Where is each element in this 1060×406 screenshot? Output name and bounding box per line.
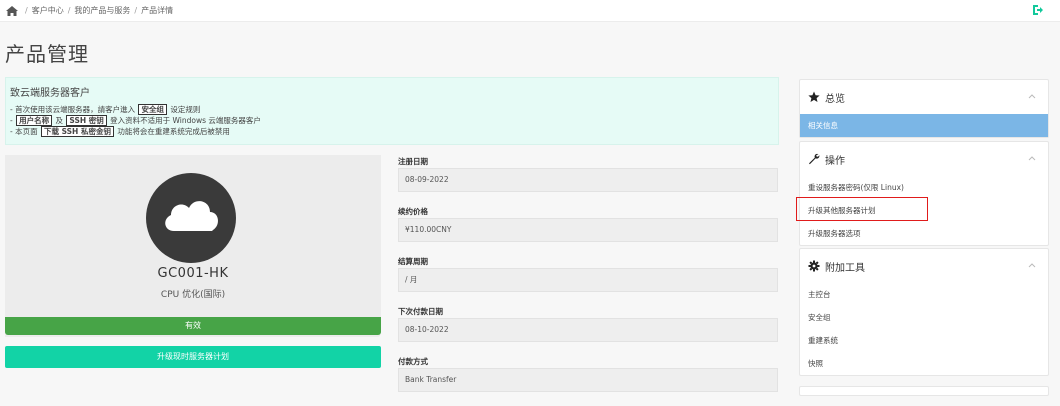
upgrade-current-plan-button[interactable]: 升级现时服务器计划 (5, 346, 381, 368)
chevron-up-icon[interactable] (1028, 262, 1036, 268)
overview-panel-title: 总览 (825, 93, 845, 105)
actions-panel: 操作 重设服务器密码(仅限 Linux) 升级其他服务器计划 升级服务器选项 (799, 141, 1049, 246)
next-due-date-label: 下次付款日期 (398, 307, 443, 316)
actions-panel-title: 操作 (825, 155, 845, 167)
breadcrumb-separator: / (67, 6, 71, 15)
registration-date-label: 注册日期 (398, 157, 428, 166)
page-title: 产品管理 (5, 42, 89, 66)
billing-cycle-value: / 月 (398, 268, 778, 292)
notice-text: - 首次使用该云端服务器，請客户進入 (10, 105, 136, 114)
actions-panel-header[interactable]: 操作 (800, 142, 1048, 176)
chevron-up-icon[interactable] (1028, 155, 1036, 161)
cloud-server-notice: 致云端服务器客户 - 首次使用该云端服务器，請客户進入 安全组 设定规则 - 用… (5, 77, 779, 145)
security-group-tag: 安全组 (138, 104, 167, 115)
notice-text: 登入资料不适用于 Windows 云端服务器客户 (110, 116, 261, 125)
breadcrumb-item-product-details: 产品详情 (141, 6, 174, 15)
sidebar-item-reset-password[interactable]: 重设服务器密码(仅限 Linux) (800, 176, 1048, 199)
cloud-icon (146, 173, 236, 263)
notice-text: - 本页面 (10, 127, 38, 136)
notice-text: 及 (55, 116, 64, 125)
chevron-up-icon[interactable] (1028, 93, 1036, 99)
notice-text: 功能将会在重建系统完成后被禁用 (117, 127, 230, 136)
tools-panel: 附加工具 主控台 安全组 重建系统 快照 (799, 248, 1049, 376)
payment-method-value: Bank Transfer (398, 368, 778, 392)
status-badge: 有效 (5, 317, 381, 335)
billing-cycle-label: 结算周期 (398, 257, 428, 266)
wrench-icon (809, 153, 820, 165)
highlight-box (796, 197, 928, 221)
notice-line: - 本页面 下载 SSH 私密金钥 功能将会在重建系统完成后被禁用 (10, 126, 774, 137)
sidebar-item-rebuild[interactable]: 重建系统 (800, 329, 1048, 352)
gear-icon (808, 260, 820, 272)
notice-text: 设定规则 (170, 105, 201, 114)
home-icon[interactable] (6, 5, 18, 16)
sidebar-item-related-info[interactable]: 相关信息 (800, 114, 1048, 137)
product-card: GC001-HK CPU 优化(国际) (5, 155, 381, 337)
payment-method-label: 付款方式 (398, 357, 428, 366)
sidebar-item-upgrade-options[interactable]: 升级服务器选项 (800, 222, 1048, 245)
product-details: 注册日期 08-09-2022 续约价格 ¥110.00CNY 结算周期 / 月… (398, 156, 778, 406)
notice-title: 致云端服务器客户 (10, 88, 90, 99)
sidebar-item-snapshot[interactable]: 快照 (800, 352, 1048, 375)
breadcrumb-item-products[interactable]: 我的产品与服务 (74, 5, 130, 16)
breadcrumb-separator: / (134, 6, 138, 15)
notice-line: - 用户名称 及 SSH 密钥 登入资料不适用于 Windows 云端服务器客户 (10, 115, 774, 126)
product-name: GC001-HK (157, 266, 229, 281)
product-group: CPU 优化(国际) (160, 290, 226, 300)
breadcrumb: / 客户中心 / 我的产品与服务 / 产品详情 (6, 5, 173, 16)
breadcrumb-item-client-center[interactable]: 客户中心 (32, 5, 64, 16)
overview-panel-header[interactable]: 总览 (800, 80, 1048, 114)
notice-text: - (10, 116, 13, 125)
tools-panel-header[interactable]: 附加工具 (800, 249, 1048, 283)
renewal-price-label: 续约价格 (398, 207, 428, 216)
overview-panel: 总览 相关信息 (799, 79, 1049, 138)
username-tag: 用户名称 (16, 115, 53, 126)
sidebar-item-security-group[interactable]: 安全组 (800, 306, 1048, 329)
sidebar-item-console[interactable]: 主控台 (800, 283, 1048, 306)
more-panel (799, 386, 1049, 396)
next-due-date-value: 08-10-2022 (398, 318, 778, 342)
download-ssh-key-tag: 下载 SSH 私密金钥 (40, 126, 114, 137)
breadcrumb-separator: / (25, 6, 28, 15)
logout-icon[interactable] (1032, 4, 1044, 16)
top-bar: / 客户中心 / 我的产品与服务 / 产品详情 (0, 0, 1060, 22)
ssh-key-tag: SSH 密钥 (66, 115, 107, 126)
star-icon (808, 91, 820, 102)
registration-date-value: 08-09-2022 (398, 168, 778, 192)
renewal-price-value: ¥110.00CNY (398, 218, 778, 242)
tools-panel-title: 附加工具 (825, 262, 865, 274)
notice-line: - 首次使用该云端服务器，請客户進入 安全组 设定规则 (10, 104, 774, 115)
